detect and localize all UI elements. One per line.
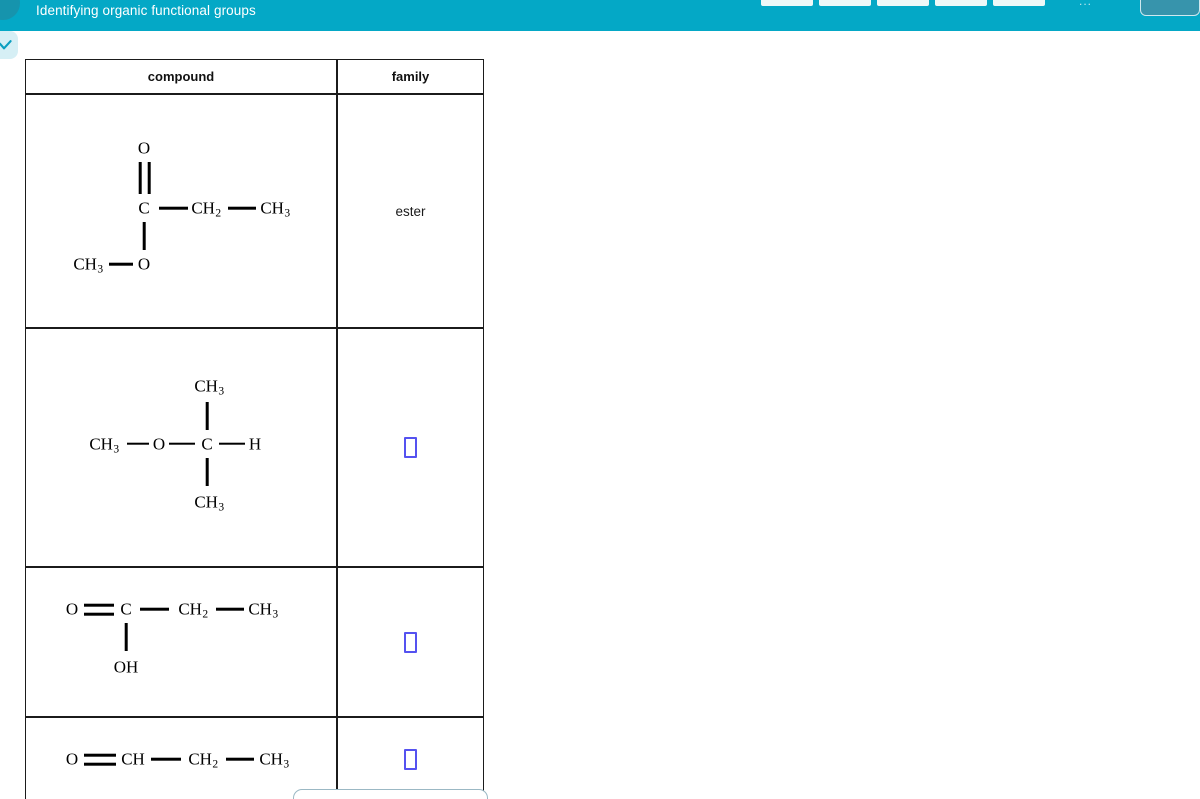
atom-label: O — [137, 254, 151, 274]
atom-label: C — [120, 599, 132, 619]
double-bond-line — [84, 762, 116, 766]
atom-label: O — [152, 434, 166, 453]
app-header-bar: Identifying organic functional groups ..… — [0, 0, 1200, 31]
single-bond-line — [151, 757, 181, 761]
toolbar-overflow-icon[interactable]: ... — [1079, 0, 1092, 8]
column-header-compound: compound — [25, 59, 337, 94]
single-bond-line — [226, 757, 254, 761]
compound-cell: O C CH2 CH3 O CH3 — [25, 94, 337, 328]
single-bond-line — [127, 442, 149, 445]
atom-label: CH2 — [191, 198, 222, 220]
atom-label: CH3 — [194, 375, 225, 397]
double-bond-line — [138, 162, 142, 194]
double-bond-line — [84, 612, 114, 616]
atom-label: O — [65, 749, 79, 769]
user-avatar-icon[interactable] — [0, 0, 20, 20]
single-bond-line — [109, 262, 133, 266]
atom-label: CH3 — [89, 433, 120, 455]
progress-check-tab[interactable] — [0, 31, 18, 59]
double-bond-line — [84, 603, 114, 607]
header-action-button[interactable] — [1140, 0, 1200, 16]
column-header-family: family — [337, 59, 484, 94]
butanal-structure: O CH CH2 CH3 — [56, 737, 306, 781]
single-bond-line — [124, 623, 128, 651]
atom-label: CH2 — [178, 599, 209, 621]
methyl-propanoate-structure: O C CH2 CH3 O CH3 — [51, 126, 311, 296]
atom-label: C — [138, 198, 150, 218]
atom-label: CH3 — [194, 491, 225, 513]
check-icon — [0, 38, 13, 53]
single-bond-line — [205, 401, 209, 430]
family-answer-cell[interactable] — [337, 328, 484, 567]
compound-family-table: compound family O C CH2 CH3 O CH3 ester … — [25, 59, 484, 799]
family-cell-ester: ester — [337, 94, 484, 328]
single-bond-line — [228, 206, 256, 210]
atom-label: O — [137, 138, 151, 158]
methyl-isopropyl-ether-structure: CH3 CH3 O C H CH3 — [61, 364, 301, 532]
toolbar-chip[interactable] — [761, 0, 813, 6]
table-row: O C CH2 CH3 O CH3 ester — [25, 94, 484, 328]
single-bond-line — [142, 222, 146, 250]
toolbar-chip[interactable] — [819, 0, 871, 6]
table-row: O C CH2 CH3 OH — [25, 567, 484, 717]
atom-label: CH — [121, 749, 145, 769]
atom-label: CH3 — [259, 749, 290, 771]
atom-label: O — [65, 599, 79, 619]
atom-label: CH3 — [248, 599, 279, 621]
single-bond-line — [216, 607, 244, 611]
single-bond-line — [169, 442, 195, 445]
atom-label: CH3 — [260, 198, 291, 220]
toolbar-chip[interactable] — [993, 0, 1045, 6]
compound-cell: O CH CH2 CH3 — [25, 717, 337, 799]
atom-label: H — [248, 434, 262, 453]
atom-label: CH3 — [73, 254, 104, 276]
family-answer-input[interactable] — [404, 631, 417, 653]
family-answer-input[interactable] — [404, 437, 417, 458]
page-root: Identifying organic functional groups ..… — [0, 0, 1200, 799]
single-bond-line — [205, 457, 209, 486]
family-answer-cell[interactable] — [337, 717, 484, 799]
table-header-row: compound family — [25, 59, 484, 94]
compound-family-table-wrapper: compound family O C CH2 CH3 O CH3 ester … — [25, 59, 484, 799]
propanoic-acid-structure: O C CH2 CH3 OH — [56, 587, 306, 697]
compound-cell: CH3 CH3 O C H CH3 — [25, 328, 337, 567]
atom-label: OH — [113, 657, 139, 677]
single-bond-line — [219, 442, 245, 445]
page-title: Identifying organic functional groups — [36, 3, 256, 18]
toolbar-chip[interactable] — [935, 0, 987, 6]
table-row: CH3 CH3 O C H CH3 — [25, 328, 484, 567]
table-row: O CH CH2 CH3 — [25, 717, 484, 799]
family-answer-cell[interactable] — [337, 567, 484, 717]
toolbar-chip-group — [761, 0, 1045, 6]
double-bond-line — [84, 753, 116, 757]
atom-label: CH2 — [188, 749, 219, 771]
double-bond-line — [147, 162, 151, 194]
compound-cell: O C CH2 CH3 OH — [25, 567, 337, 717]
single-bond-line — [159, 206, 188, 210]
single-bond-line — [140, 607, 169, 611]
family-answer-input[interactable] — [404, 748, 417, 770]
atom-label: C — [201, 434, 213, 453]
bottom-action-control[interactable] — [293, 789, 488, 799]
toolbar-chip[interactable] — [877, 0, 929, 6]
